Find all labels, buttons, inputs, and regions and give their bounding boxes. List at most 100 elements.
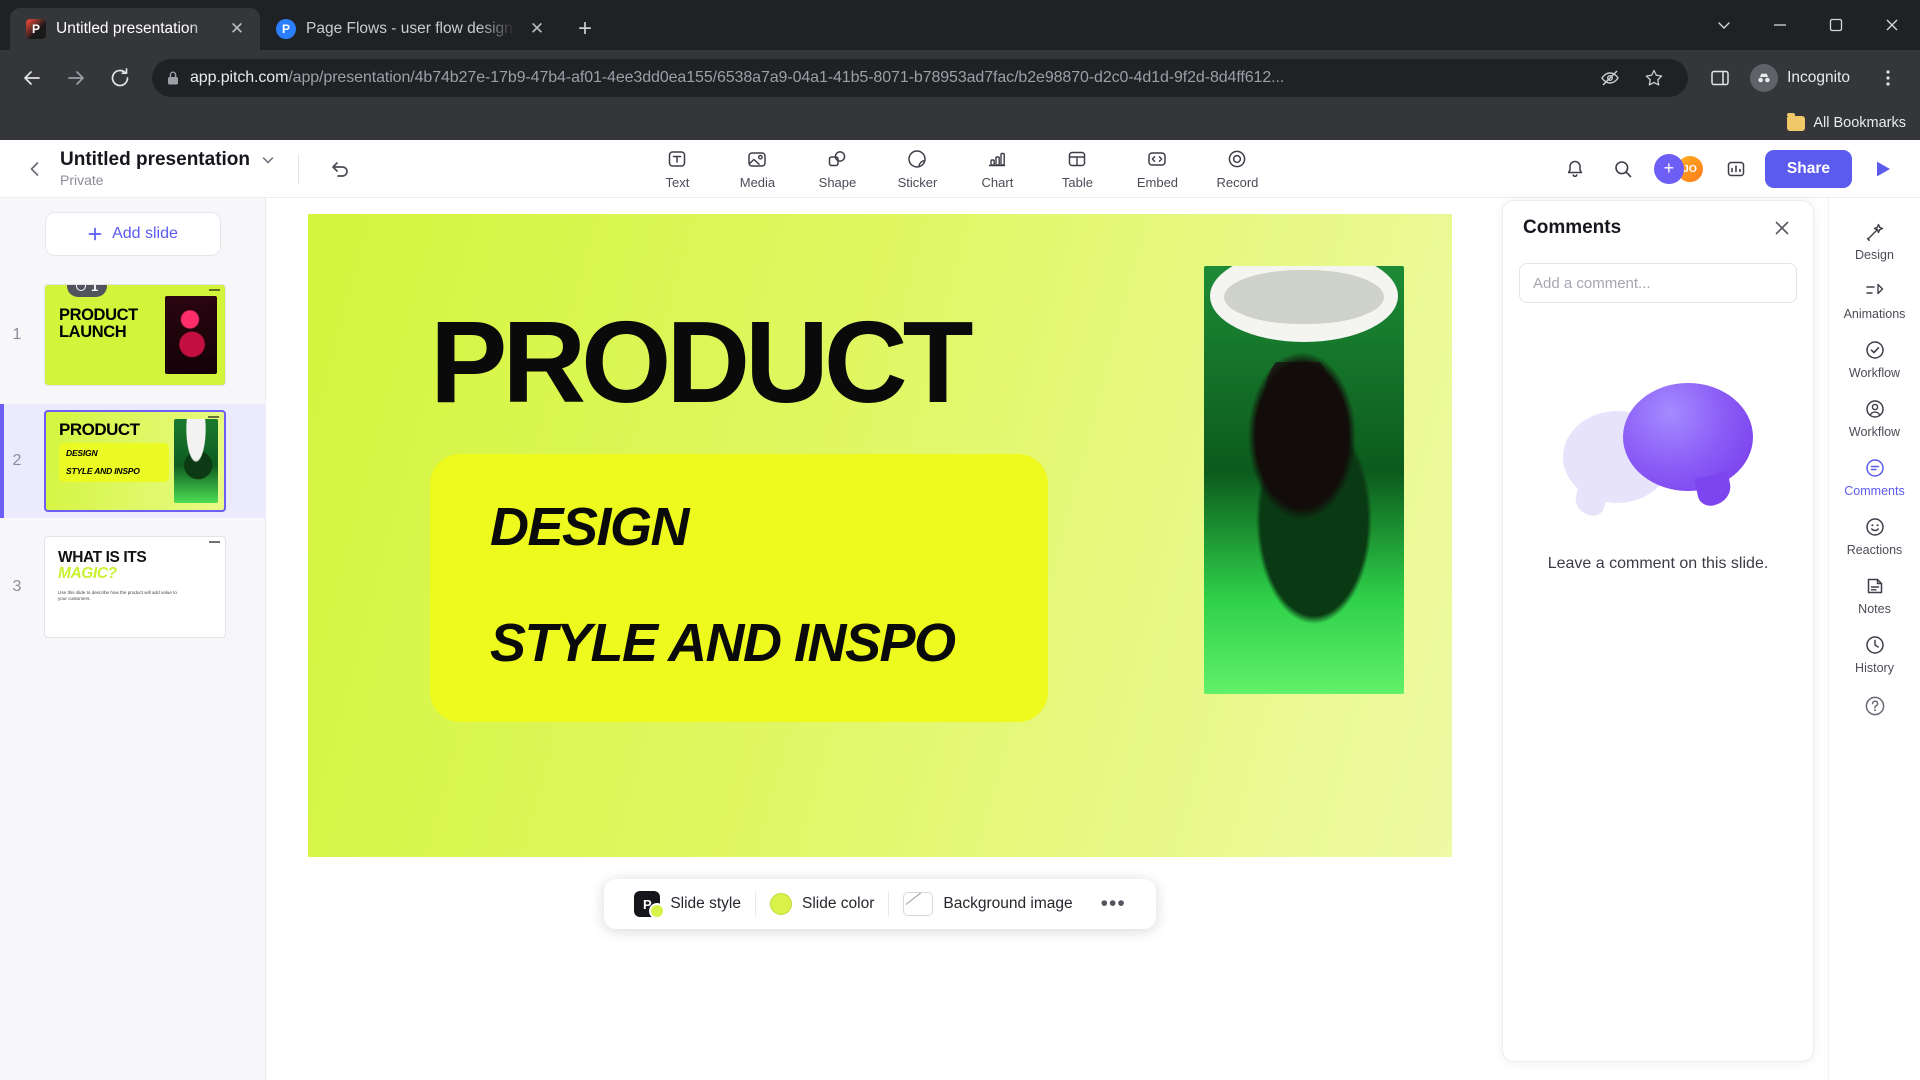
tool-label: Record (1216, 175, 1259, 190)
tool-embed[interactable]: Embed (1121, 144, 1193, 193)
maximize-button[interactable] (1808, 6, 1864, 44)
tool-media[interactable]: Media (721, 144, 793, 193)
thumb-sub1: DESIGN (66, 448, 98, 458)
forward-icon[interactable] (56, 58, 96, 98)
slide-color-button[interactable]: Slide color (756, 879, 888, 929)
side-panel-icon[interactable] (1700, 58, 1740, 98)
comments-panel: Comments Add a comment... Leave a commen… (1502, 200, 1814, 1062)
chevron-down-icon[interactable] (260, 152, 276, 168)
notes-icon (1864, 573, 1886, 599)
rail-item-workflow[interactable]: Workflow (1833, 330, 1917, 385)
all-bookmarks-label: All Bookmarks (1813, 115, 1906, 131)
slide-card-line2[interactable]: STYLE AND INSPO (490, 612, 1048, 674)
tool-table[interactable]: Table (1041, 144, 1113, 193)
slide-thumb-1[interactable]: 1 1 PRODUCT LAUNCH (0, 278, 265, 392)
share-button[interactable]: Share (1764, 149, 1852, 188)
tool-label: Media (739, 175, 776, 190)
tool-chart[interactable]: Chart (961, 144, 1033, 193)
tab-search-chevron-icon[interactable] (1696, 6, 1752, 44)
slide-thumbnail[interactable]: 1 PRODUCT LAUNCH (44, 284, 226, 386)
comment-dot-icon (76, 285, 86, 291)
record-circle-icon (1226, 147, 1248, 171)
slide-style-button[interactable]: P Slide style (620, 879, 755, 929)
tool-text[interactable]: Text (641, 144, 713, 193)
tool-label: Chart (981, 175, 1014, 190)
thumb-title-line2: LAUNCH (59, 322, 127, 341)
speech-bubbles-illustration (1563, 375, 1753, 525)
lock-icon (166, 70, 180, 86)
pitch-badge-icon: P (634, 891, 666, 919)
tool-sticker[interactable]: Sticker (881, 144, 953, 193)
more-options-button[interactable]: ••• (1087, 892, 1140, 916)
rail-item-animations[interactable]: Animations (1833, 271, 1917, 326)
close-window-button[interactable] (1864, 6, 1920, 44)
rail-item-notes[interactable]: Notes (1833, 566, 1917, 621)
tab-strip: P Untitled presentation ✕ P Page Flows -… (0, 0, 1920, 50)
url-path: /app/presentation/4b74b27e-17b9-47b4-af0… (288, 69, 1285, 86)
insert-toolbar: Text Media Shape Sticker Chart Table Emb… (359, 144, 1556, 193)
window-controls (1696, 6, 1920, 44)
all-bookmarks-button[interactable]: All Bookmarks (1787, 112, 1906, 131)
reload-icon[interactable] (100, 58, 140, 98)
comment-count-badge[interactable]: 1 (67, 285, 108, 297)
browser-menu-icon[interactable] (1868, 58, 1908, 98)
rail-item-workflow-user[interactable]: Workflow (1833, 389, 1917, 444)
tab-title: Untitled presentation (56, 20, 199, 37)
tool-label: Text (665, 175, 690, 190)
slide-number: 1 (12, 326, 22, 343)
slide-thumb-2[interactable]: 2 PRODUCT DESIGN STYLE AND INSPO (0, 404, 265, 518)
add-slide-button[interactable]: Add slide (44, 212, 221, 256)
rail-item-reactions[interactable]: Reactions (1833, 507, 1917, 562)
rail-item-design[interactable]: Design (1833, 212, 1917, 267)
hide-tracking-icon[interactable] (1590, 58, 1630, 98)
browser-tab-2[interactable]: P Page Flows - user flow design in ✕ (260, 8, 560, 50)
browser-tab-1[interactable]: P Untitled presentation ✕ (10, 8, 260, 50)
background-image-button[interactable]: Background image (889, 879, 1086, 929)
tool-shape[interactable]: Shape (801, 144, 873, 193)
browser-navbar: app.pitch.com/app/presentation/4b74b27e-… (0, 50, 1920, 106)
rail-item-comments[interactable]: Comments (1833, 448, 1917, 503)
text-box-icon (666, 147, 688, 171)
document-title-block[interactable]: Untitled presentation Private (52, 149, 276, 188)
workflow-icon (1864, 337, 1886, 363)
bookmark-star-icon[interactable] (1634, 58, 1674, 98)
slide-yellow-card[interactable]: DESIGN STYLE AND INSPO (430, 454, 1048, 723)
add-comment-input[interactable]: Add a comment... (1519, 263, 1797, 303)
slide-thumb-3[interactable]: 3 WHAT IS ITS MAGIC? Use this slide to d… (0, 530, 265, 644)
undo-arrow-icon[interactable] (321, 150, 359, 188)
invite-people-button[interactable]: + (1653, 153, 1684, 184)
new-tab-button[interactable]: + (568, 12, 602, 46)
rail-label: Comments (1844, 484, 1905, 498)
help-question-icon[interactable] (1863, 694, 1887, 718)
slide-thumbnail[interactable]: WHAT IS ITS MAGIC? Use this slide to des… (44, 536, 226, 638)
back-icon[interactable] (12, 58, 52, 98)
rail-item-history[interactable]: History (1833, 625, 1917, 680)
bar-chart-icon (986, 147, 1008, 171)
tool-record[interactable]: Record (1201, 144, 1273, 193)
minimize-button[interactable] (1752, 6, 1808, 44)
close-icon[interactable] (1767, 213, 1797, 243)
code-embed-icon (1146, 147, 1168, 171)
address-bar[interactable]: app.pitch.com/app/presentation/4b74b27e-… (152, 58, 1689, 98)
back-to-workspace-button[interactable] (18, 152, 52, 186)
play-icon[interactable] (1862, 150, 1902, 188)
bell-icon[interactable] (1556, 150, 1594, 188)
analytics-icon[interactable] (1717, 150, 1755, 188)
slide-thumbnail[interactable]: PRODUCT DESIGN STYLE AND INSPO (44, 410, 226, 512)
page-title: Untitled presentation (60, 149, 251, 170)
tab-close-icon[interactable]: ✕ (226, 18, 248, 40)
table-grid-icon (1066, 147, 1088, 171)
search-icon[interactable] (1604, 150, 1642, 188)
color-swatch-icon (769, 893, 792, 915)
active-slide[interactable]: PRODUCT DESIGN STYLE AND INSPO (308, 214, 1452, 857)
tab-close-icon[interactable]: ✕ (526, 18, 548, 40)
slide-photo[interactable] (1204, 266, 1404, 694)
url-text: app.pitch.com/app/presentation/4b74b27e-… (190, 69, 1580, 87)
slide-card-line1[interactable]: DESIGN (490, 496, 1048, 558)
slide-heading[interactable]: PRODUCT (430, 304, 1204, 420)
pitch-app: Untitled presentation Private Text Media… (0, 140, 1920, 1080)
slide-style-label: Slide style (670, 895, 741, 912)
collaborators[interactable]: + JO (1653, 153, 1705, 184)
profile-incognito-button[interactable]: Incognito (1744, 60, 1864, 96)
tool-label: Shape (818, 175, 857, 190)
